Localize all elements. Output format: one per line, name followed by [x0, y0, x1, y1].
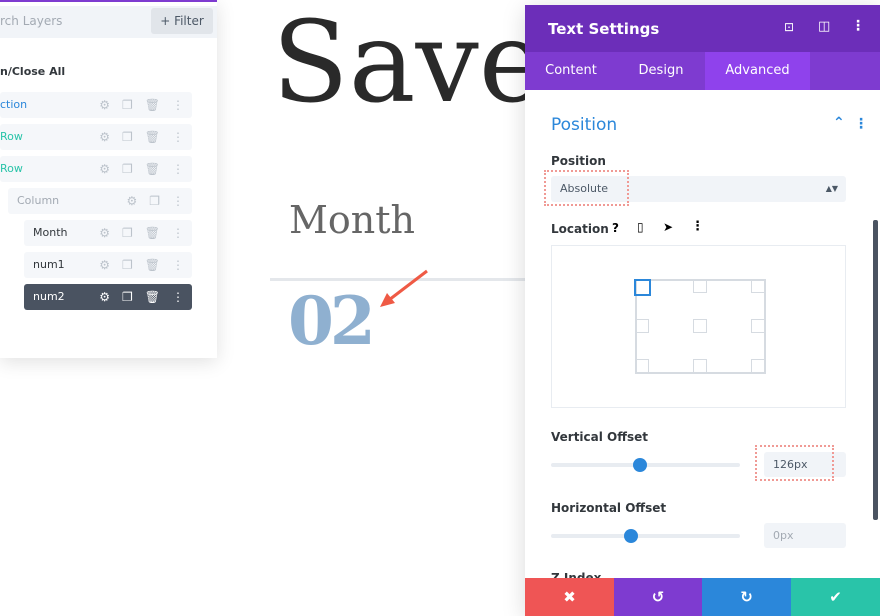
gear-icon[interactable]: ⚙ [99, 92, 110, 118]
layer-item[interactable]: Row ⚙ ❐ 🗑︎ ⋮ [0, 124, 192, 150]
section-more-icon[interactable]: ⋮ [854, 116, 868, 132]
gear-icon[interactable]: ⚙ [99, 156, 110, 182]
gear-icon[interactable]: ⚙ [99, 124, 110, 150]
layer-label: Row [0, 162, 23, 175]
more-icon[interactable]: ⋮ [172, 92, 184, 118]
location-bottom-center[interactable] [693, 359, 707, 373]
duplicate-icon[interactable]: ❐ [122, 124, 133, 150]
vertical-offset-label: Vertical Offset [551, 430, 648, 444]
select-arrows-icon: ▲▼ [825, 184, 838, 193]
duplicate-icon[interactable]: ❐ [149, 188, 160, 214]
location-grid[interactable] [551, 245, 846, 408]
trash-icon[interactable]: 🗑︎ [145, 220, 160, 246]
layer-item[interactable]: Column ⚙ ❐ ⋮ [8, 188, 192, 214]
location-top-left[interactable] [634, 279, 651, 296]
tabs: Content Design Advanced [525, 52, 880, 90]
gear-icon[interactable]: ⚙ [99, 252, 110, 278]
redo-button[interactable]: ↻ [702, 578, 791, 616]
trash-icon[interactable]: 🗑︎ [145, 156, 160, 182]
scrollbar[interactable] [873, 220, 878, 520]
location-center-left[interactable] [635, 319, 649, 333]
highlight-box [755, 445, 834, 481]
expand-icon[interactable]: ⊡ [784, 20, 794, 34]
location-bottom-left[interactable] [635, 359, 649, 373]
layer-label: Column [17, 194, 60, 207]
help-icon[interactable]: ? [612, 221, 619, 235]
cancel-button[interactable]: ✖ [525, 578, 614, 616]
location-top-center[interactable] [693, 279, 707, 293]
layer-label: ction [0, 98, 28, 111]
trash-icon[interactable]: 🗑︎ [145, 284, 160, 310]
location-center[interactable] [693, 319, 707, 333]
layer-label: Row [0, 130, 23, 143]
more-icon[interactable]: ⋮ [172, 252, 184, 278]
trash-icon[interactable]: 🗑︎ [145, 124, 160, 150]
gear-icon[interactable]: ⚙ [99, 220, 110, 246]
duplicate-icon[interactable]: ❐ [122, 220, 133, 246]
more-icon[interactable]: ⋮ [851, 18, 865, 34]
settings-header: Text Settings ⊡ ◫ ⋮ [525, 5, 880, 52]
arrow-icon [380, 269, 428, 307]
location-more-icon[interactable]: ⋮ [691, 219, 704, 234]
highlight-box [544, 170, 629, 206]
layers-panel: rch Layers + Filter n/Close All ction ⚙ ❐ 🗑… [0, 0, 217, 358]
horizontal-offset-slider[interactable] [551, 534, 740, 538]
trash-icon[interactable]: 🗑︎ [145, 92, 160, 118]
location-top-right[interactable] [751, 279, 765, 293]
duplicate-icon[interactable]: ❐ [122, 284, 133, 310]
duplicate-icon[interactable]: ❐ [122, 156, 133, 182]
horizontal-offset-label: Horizontal Offset [551, 501, 667, 515]
location-label: Location [551, 222, 609, 236]
layer-item[interactable]: num1 ⚙ ❐ 🗑︎ ⋮ [24, 252, 192, 278]
tab-design[interactable]: Design [617, 52, 705, 90]
horizontal-offset-input[interactable]: 0px [764, 523, 846, 548]
open-close-all-link[interactable]: n/Close All [0, 65, 65, 78]
tab-advanced[interactable]: Advanced [705, 52, 810, 90]
sidebar-toggle-icon[interactable]: ◫ [818, 19, 830, 34]
horizontal-offset-knob[interactable] [623, 529, 638, 543]
device-icon[interactable]: ▯ [637, 220, 644, 234]
save-button[interactable]: ✔ [791, 578, 880, 616]
layer-label: num2 [33, 290, 65, 303]
tab-content[interactable]: Content [525, 52, 617, 90]
section-title[interactable]: Position [551, 115, 617, 135]
vertical-offset-knob[interactable] [632, 458, 647, 472]
layer-label: Month [33, 226, 68, 239]
more-icon[interactable]: ⋮ [172, 188, 184, 214]
undo-button[interactable]: ↺ [614, 578, 702, 616]
layer-item[interactable]: Month ⚙ ❐ 🗑︎ ⋮ [24, 220, 192, 246]
more-icon[interactable]: ⋮ [172, 284, 184, 310]
more-icon[interactable]: ⋮ [172, 124, 184, 150]
cursor-icon[interactable]: ➤ [663, 220, 673, 234]
layer-item[interactable]: Row ⚙ ❐ 🗑︎ ⋮ [0, 156, 192, 182]
chevron-up-icon[interactable]: ⌃ [833, 115, 845, 131]
more-icon[interactable]: ⋮ [172, 156, 184, 182]
more-icon[interactable]: ⋮ [172, 220, 184, 246]
heading-save: Save [272, 0, 546, 128]
location-center-right[interactable] [751, 319, 765, 333]
location-bottom-right[interactable] [751, 359, 765, 373]
layer-item[interactable]: ction ⚙ ❐ 🗑︎ ⋮ [0, 92, 192, 118]
duplicate-icon[interactable]: ❐ [122, 92, 133, 118]
layer-label: num1 [33, 258, 65, 271]
text-settings-panel: Text Settings ⊡ ◫ ⋮ Content Design Advan… [525, 5, 880, 616]
gear-icon[interactable]: ⚙ [126, 188, 137, 214]
filter-button[interactable]: + Filter [151, 8, 213, 34]
position-label: Position [551, 154, 606, 168]
month-text: Month [289, 198, 416, 242]
layer-item[interactable]: num2 ⚙ ❐ 🗑︎ ⋮ [24, 284, 192, 310]
duplicate-icon[interactable]: ❐ [122, 252, 133, 278]
trash-icon[interactable]: 🗑︎ [145, 252, 160, 278]
gear-icon[interactable]: ⚙ [99, 284, 110, 310]
num2-text: 02 [288, 282, 376, 360]
